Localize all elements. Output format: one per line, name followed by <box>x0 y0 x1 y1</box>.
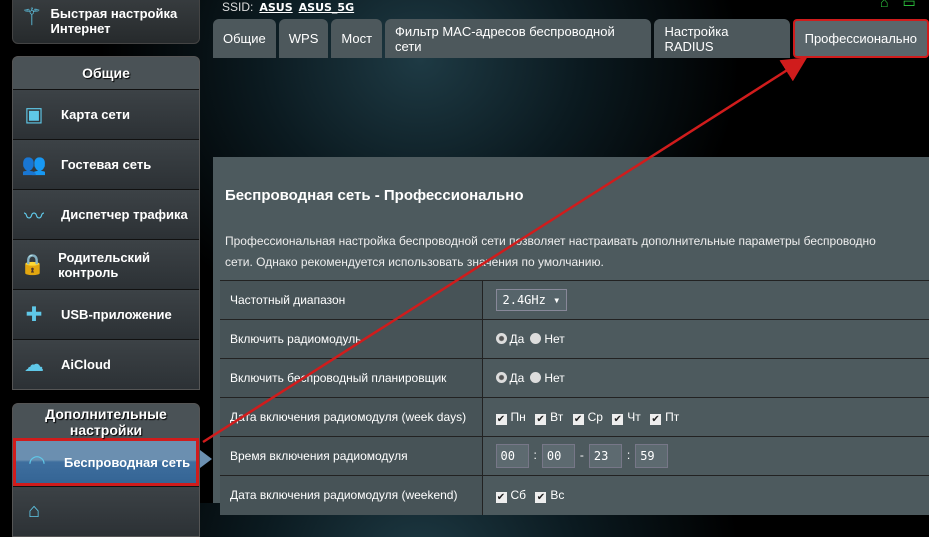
tab-mac-filter[interactable]: Фильтр MAC-адресов беспроводной сети <box>385 19 652 58</box>
sched-no[interactable] <box>530 372 542 383</box>
page-description: Профессиональная настройка беспроводной … <box>225 234 876 269</box>
table-row: Время включения радиомодуля 00:00-23:59 <box>220 436 929 476</box>
quick-setup-button[interactable]: ⚚ Быстрая настройка Интернет <box>12 0 200 44</box>
network-map-icon: ▣ <box>24 104 44 126</box>
ssid-24-link[interactable]: ASUS <box>259 1 292 14</box>
checkbox-mon[interactable]: ✔ <box>495 413 507 425</box>
active-pointer <box>200 450 212 468</box>
sidebar-advanced: Дополнительные настройки ◠ Беспроводная с… <box>12 403 200 537</box>
end-minute-input[interactable]: 59 <box>635 444 669 468</box>
usb-app-icon: ✚ <box>25 304 43 326</box>
radio-yes[interactable] <box>495 333 507 344</box>
ssid-5-link[interactable]: ASUS_5G <box>299 1 354 14</box>
checkbox-sat[interactable]: ✔ <box>495 491 507 503</box>
sidebar-item-next[interactable]: ⌂ <box>13 486 199 536</box>
magic-wand-icon: ⚚ <box>21 3 43 31</box>
start-minute-input[interactable]: 00 <box>541 444 575 468</box>
checkbox-thu[interactable]: ✔ <box>612 413 624 425</box>
end-hour-input[interactable]: 23 <box>588 444 622 468</box>
start-hour-input[interactable]: 00 <box>495 444 529 468</box>
checkbox-wed[interactable]: ✔ <box>572 413 584 425</box>
status-icons: ⌂▭♙ <box>880 0 929 10</box>
settings-table: Частотный диапазон 2.4GHz ▾ Включить ради… <box>220 280 929 515</box>
table-row: Дата включения радиомодуля (week days) ✔… <box>220 397 929 437</box>
tab-wps[interactable]: WPS <box>278 19 329 58</box>
table-row: Дата включения радиомодуля (weekend) ✔ Сб… <box>220 475 929 515</box>
sched-yes[interactable] <box>495 372 507 383</box>
table-row: Включить радиомодуль Да Нет <box>220 319 929 359</box>
parental-control-icon: 🔒 <box>20 254 46 276</box>
sidebar-item-parental-control[interactable]: 🔒 Родительский контроль <box>13 239 199 289</box>
main-panel: Беспроводная сеть - Профессионально Проф… <box>213 157 929 515</box>
tab-radius[interactable]: Настройка RADIUS <box>654 19 790 58</box>
checkbox-fri[interactable]: ✔ <box>650 413 662 425</box>
radio-no[interactable] <box>530 333 542 344</box>
checkbox-sun[interactable]: ✔ <box>535 491 547 503</box>
checkbox-tue[interactable]: ✔ <box>535 413 547 425</box>
tab-general[interactable]: Общие <box>213 19 276 58</box>
sidebar-general: Общие ▣ Карта сети 👥 Гостевая сеть 〰 Диспет… <box>12 56 200 390</box>
sidebar-item-traffic-manager[interactable]: 〰 Диспетчер трафика <box>13 189 199 239</box>
general-header: Общие <box>82 65 130 81</box>
table-row: Частотный диапазон 2.4GHz ▾ <box>220 280 929 320</box>
sidebar-item-wireless[interactable]: ◠ Беспроводная сеть <box>13 438 199 486</box>
band-select[interactable]: 2.4GHz ▾ <box>495 289 568 311</box>
guest-network-icon: 👥 <box>21 154 47 176</box>
tab-professional[interactable]: Профессионально <box>792 19 929 58</box>
lan-icon: ⌂ <box>27 500 41 522</box>
sidebar-item-guest-network[interactable]: 👥 Гостевая сеть <box>13 139 199 189</box>
tab-bar: Общие WPS Мост Фильтр MAC-адресов беспро… <box>213 19 929 58</box>
aicloud-icon: ☁ <box>24 354 44 376</box>
wifi-icon: ◠ <box>28 451 46 474</box>
traffic-manager-icon: 〰 <box>24 206 44 228</box>
sidebar-item-usb-app[interactable]: ✚ USB-приложение <box>13 289 199 339</box>
table-row: Включить беспроводный планировщик Да Нет <box>220 358 929 398</box>
tab-bridge[interactable]: Мост <box>331 19 383 58</box>
sidebar-item-aicloud[interactable]: ☁ AiCloud <box>13 339 199 389</box>
sidebar-item-network-map[interactable]: ▣ Карта сети <box>13 89 199 139</box>
page-title: Беспроводная сеть - Профессионально <box>225 187 524 204</box>
advanced-header: Дополнительные настройки <box>45 406 167 438</box>
ssid-bar: SSID: ASUS ASUS_5G <box>222 0 355 14</box>
